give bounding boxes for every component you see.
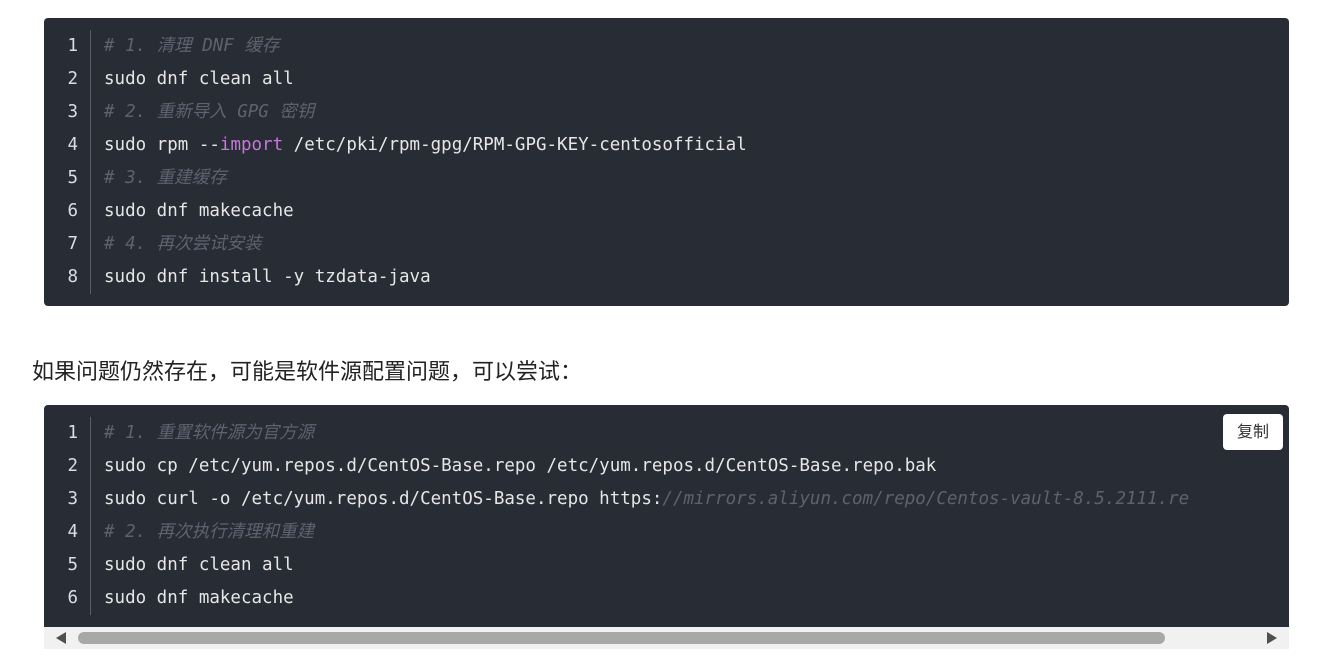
code-line: 4 # 2. 再次执行清理和重建	[44, 516, 1289, 549]
code-line: 1 # 1. 清理 DNF 缓存	[44, 30, 1289, 63]
code-token-comment: # 4. 再次尝试安装	[104, 234, 262, 254]
line-number: 8	[67, 267, 78, 287]
code-token-comment: # 1. 清理 DNF 缓存	[104, 36, 280, 56]
code-token-plain: sudo dnf clean all	[104, 69, 294, 89]
line-number: 6	[67, 201, 78, 221]
code-token-comment: # 3. 重建缓存	[104, 168, 227, 188]
code-line: 5 sudo dnf clean all	[44, 549, 1289, 582]
scrollbar-thumb[interactable]	[78, 632, 1165, 644]
line-number: 6	[67, 588, 78, 608]
code-token-plain: sudo dnf makecache	[104, 588, 294, 608]
code-token-plain: /etc/pki/rpm-gpg/RPM-GPG-KEY-centosoffic…	[283, 135, 747, 155]
code-text: # 2. 再次执行清理和重建	[104, 516, 314, 549]
code-token-comment: //mirrors.aliyun.com/repo/Centos-vault-8…	[662, 489, 1190, 509]
code-line: 1 # 1. 重置软件源为官方源	[44, 417, 1289, 450]
code-token-plain: sudo curl -o /etc/yum.repos.d/CentOS-Bas…	[104, 489, 663, 509]
code-text: sudo cp /etc/yum.repos.d/CentOS-Base.rep…	[104, 450, 936, 483]
code-line: 5 # 3. 重建缓存	[44, 162, 1289, 195]
code-text: sudo rpm --import /etc/pki/rpm-gpg/RPM-G…	[104, 129, 747, 162]
scroll-right-arrow-icon[interactable]	[1267, 632, 1277, 644]
code-token-plain: sudo dnf clean all	[104, 555, 294, 575]
line-number: 7	[67, 234, 78, 254]
code-text: sudo dnf clean all	[104, 549, 294, 582]
code-token-comment: # 2. 再次执行清理和重建	[104, 522, 315, 542]
code-text: # 4. 再次尝试安装	[104, 228, 262, 261]
line-number: 4	[67, 522, 78, 542]
explanation-paragraph: 如果问题仍然存在，可能是软件源配置问题，可以尝试：	[32, 360, 583, 385]
code-token-comment: # 1. 重置软件源为官方源	[104, 423, 315, 443]
code-line: 6 sudo dnf makecache	[44, 195, 1289, 228]
scroll-left-arrow-icon[interactable]	[56, 632, 66, 644]
code-token-plain: sudo dnf makecache	[104, 201, 294, 221]
code-text: sudo dnf makecache	[104, 195, 294, 228]
code-block-2: 1 # 1. 重置软件源为官方源 2 sudo cp /etc/yum.repos.d…	[44, 405, 1289, 627]
line-number: 3	[67, 489, 78, 509]
line-number: 5	[67, 555, 78, 575]
code-line: 7 # 4. 再次尝试安装	[44, 228, 1289, 261]
code-token-plain: sudo dnf install -y tzdata-java	[104, 267, 431, 287]
line-number: 2	[67, 456, 78, 476]
code-text: # 2. 重新导入 GPG 密钥	[104, 96, 314, 129]
code-token-plain: sudo rpm --	[104, 135, 220, 155]
code-lines: 1 # 1. 重置软件源为官方源 2 sudo cp /etc/yum.repos.d…	[44, 417, 1289, 615]
line-number: 4	[67, 135, 78, 155]
line-number: 3	[67, 102, 78, 122]
code-line: 4 sudo rpm --import /etc/pki/rpm-gpg/RPM-…	[44, 129, 1289, 162]
code-line: 2 sudo cp /etc/yum.repos.d/CentOS-Base.re…	[44, 450, 1289, 483]
copy-button[interactable]: 复制	[1223, 414, 1283, 450]
line-number: 5	[67, 168, 78, 188]
horizontal-scrollbar[interactable]	[44, 627, 1289, 649]
code-token-plain: sudo cp /etc/yum.repos.d/CentOS-Base.rep…	[104, 456, 937, 476]
code-line: 2 sudo dnf clean all	[44, 63, 1289, 96]
code-block-1: 1 # 1. 清理 DNF 缓存 2 sudo dnf clean all 3 # 2. …	[44, 18, 1289, 306]
line-number: 1	[67, 36, 78, 56]
code-line: 3 sudo curl -o /etc/yum.repos.d/CentOS-Ba…	[44, 483, 1289, 516]
code-text: # 1. 重置软件源为官方源	[104, 417, 314, 450]
line-number: 2	[67, 69, 78, 89]
line-number: 1	[67, 423, 78, 443]
code-text: sudo dnf makecache	[104, 582, 294, 615]
code-line: 6 sudo dnf makecache	[44, 582, 1289, 615]
code-text: sudo dnf clean all	[104, 63, 294, 96]
code-text: # 1. 清理 DNF 缓存	[104, 30, 279, 63]
code-text: # 3. 重建缓存	[104, 162, 227, 195]
code-line: 8 sudo dnf install -y tzdata-java	[44, 261, 1289, 294]
code-token-keyword: import	[219, 135, 284, 155]
code-line: 3 # 2. 重新导入 GPG 密钥	[44, 96, 1289, 129]
code-token-comment: # 2. 重新导入 GPG 密钥	[104, 102, 315, 122]
code-text: sudo curl -o /etc/yum.repos.d/CentOS-Bas…	[104, 483, 1189, 516]
code-text: sudo dnf install -y tzdata-java	[104, 261, 431, 294]
code-lines: 1 # 1. 清理 DNF 缓存 2 sudo dnf clean all 3 # 2. …	[44, 30, 1289, 294]
